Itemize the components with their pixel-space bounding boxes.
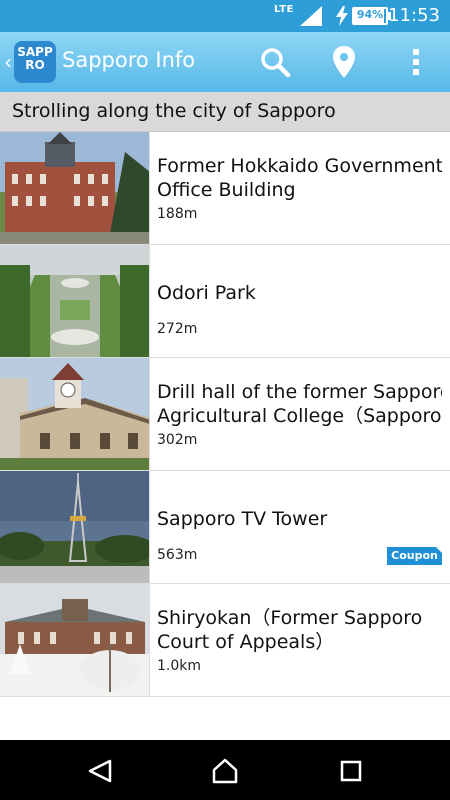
app-bar: ‹ SAPP RO Sapporo Info: [0, 32, 450, 92]
place-photo: [0, 245, 150, 357]
app-title: Sapporo Info: [62, 48, 196, 72]
place-distance: 272m: [157, 321, 198, 337]
clock: 11:53: [388, 5, 440, 26]
place-distance: 563m: [157, 547, 198, 563]
section-header: Strolling along the city of Sapporo: [0, 92, 450, 132]
list-item[interactable]: Odori Park 272m: [0, 245, 450, 358]
place-name: Drill hall of the former Sapporo Agricult…: [157, 381, 442, 427]
status-bar: LTE 94% 11:53: [0, 0, 450, 32]
navigation-bar: [0, 740, 450, 800]
place-photo: [0, 132, 150, 244]
back-chevron-icon[interactable]: ‹: [4, 50, 12, 74]
list-item[interactable]: Shiryokan（Former Sapporo Court of Appeals…: [0, 584, 450, 697]
network-type: LTE: [274, 4, 294, 15]
list-item[interactable]: Drill hall of the former Sapporo Agricult…: [0, 358, 450, 471]
place-name: Former Hokkaido Government Office Buildin…: [157, 155, 442, 201]
place-photo: [0, 358, 150, 470]
place-name: Shiryokan（Former Sapporo Court of Appeals…: [157, 607, 423, 653]
place-name: Odori Park: [157, 282, 256, 304]
logo-text-top: SAPP: [17, 45, 53, 59]
places-list: Former Hokkaido Government Office Buildin…: [0, 132, 450, 697]
place-distance: 188m: [157, 206, 198, 222]
list-item[interactable]: Former Hokkaido Government Office Buildin…: [0, 132, 450, 245]
search-icon[interactable]: [255, 42, 295, 82]
location-pin-icon[interactable]: [324, 42, 364, 82]
place-distance: 302m: [157, 432, 198, 448]
overflow-menu-icon[interactable]: [396, 42, 436, 82]
recent-apps-icon[interactable]: [338, 758, 364, 784]
coupon-badge[interactable]: Coupon: [387, 547, 442, 565]
place-distance: 1.0km: [157, 658, 202, 674]
back-icon[interactable]: [86, 758, 114, 784]
battery-level: 94%: [356, 8, 384, 21]
app-logo[interactable]: SAPP RO: [14, 41, 56, 83]
charging-icon: [336, 6, 348, 26]
logo-text-bottom: RO: [25, 58, 45, 72]
place-name: Sapporo TV Tower: [157, 508, 328, 530]
section-title: Strolling along the city of Sapporo: [12, 100, 336, 122]
home-icon[interactable]: [211, 758, 239, 784]
signal-strength-icon: [300, 6, 322, 26]
place-photo: [0, 471, 150, 583]
place-photo: [0, 584, 150, 696]
list-item[interactable]: Sapporo TV Tower 563m Coupon: [0, 471, 450, 584]
battery-icon: 94%: [352, 7, 388, 25]
